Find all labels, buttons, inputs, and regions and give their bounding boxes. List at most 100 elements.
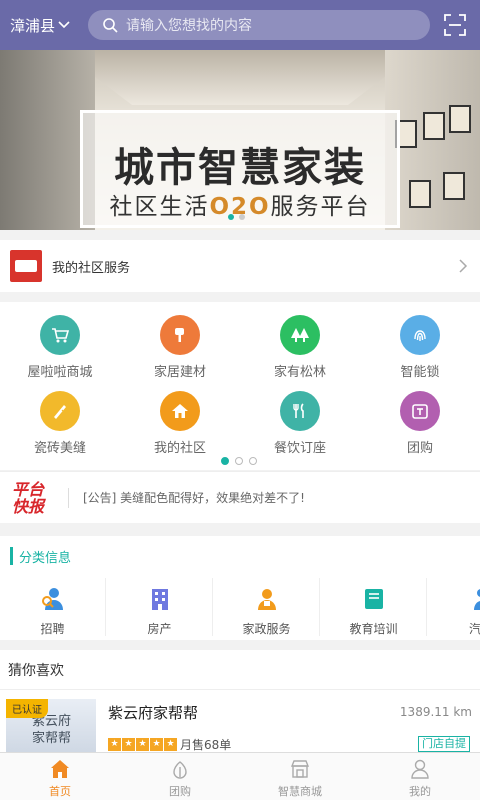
city-selector[interactable]: 漳浦县 bbox=[10, 15, 80, 36]
shop-rating: ★ ★ ★ ★ ★ bbox=[108, 738, 177, 751]
verified-badge: 已认证 bbox=[6, 699, 48, 718]
book-icon bbox=[364, 589, 383, 609]
section-accent-bar bbox=[10, 547, 13, 565]
category-row: 招聘 房产 家政服务 教育培训 汽车 bbox=[0, 578, 480, 636]
banner-title: 城市智慧家装 bbox=[114, 145, 366, 191]
grid-item-my-community[interactable]: 我的社区 bbox=[120, 391, 240, 456]
star-icon: ★ bbox=[122, 738, 135, 751]
grid-dot[interactable] bbox=[235, 457, 243, 465]
category-title: 分类信息 bbox=[19, 550, 72, 566]
fingerprint-icon bbox=[400, 315, 440, 355]
picture-frame bbox=[449, 105, 471, 133]
chevron-down-icon bbox=[58, 21, 70, 29]
banner-ceiling-graphic bbox=[60, 50, 420, 105]
search-placeholder: 请输入您想找的内容 bbox=[126, 18, 252, 34]
tool-icon bbox=[40, 391, 80, 431]
grid-item-mall[interactable]: 屋啦啦商城 bbox=[0, 315, 120, 380]
grid-item-label: 家有松林 bbox=[273, 365, 326, 380]
recruit-icon bbox=[41, 588, 63, 610]
category-item-car[interactable]: 汽车 bbox=[428, 578, 480, 636]
car-icon bbox=[474, 589, 480, 610]
shop-distance: 1389.11 km bbox=[399, 705, 472, 719]
community-service-label: 我的社区服务 bbox=[52, 260, 131, 276]
grid-item-songlin[interactable]: 家有松林 bbox=[240, 315, 360, 380]
category-item-label: 汽车 bbox=[468, 622, 480, 636]
shop-thumbnail-text: 紫云府 家帮帮 bbox=[32, 713, 71, 747]
category-item-label: 教育培训 bbox=[349, 622, 398, 636]
promo-banner[interactable]: 城市智慧家装 社区生活O2O服务平台 bbox=[0, 50, 480, 230]
tab-label: 我的 bbox=[409, 785, 431, 798]
tab-group-buy[interactable]: 团购 bbox=[120, 753, 240, 800]
tab-label: 智慧商城 bbox=[278, 785, 322, 798]
category-item-housekeeping[interactable]: 家政服务 bbox=[214, 578, 320, 636]
cart-icon bbox=[40, 315, 80, 355]
group-buy-icon bbox=[400, 391, 440, 431]
grid-item-building-materials[interactable]: 家居建材 bbox=[120, 315, 240, 380]
brush-icon bbox=[160, 315, 200, 355]
news-message: [公告] 美缝配色配得好，效果绝对差不了! bbox=[83, 491, 305, 505]
grid-item-smart-lock[interactable]: 智能锁 bbox=[360, 315, 480, 380]
shop-name[interactable]: 紫云府家帮帮 bbox=[108, 702, 198, 723]
community-service-row[interactable]: 我的社区服务 bbox=[0, 240, 480, 292]
tab-home[interactable]: 首页 bbox=[0, 753, 120, 800]
platform-news[interactable]: 平台 快报 [公告] 美缝配色配得好，效果绝对差不了! bbox=[0, 471, 480, 523]
grid-item-label: 团购 bbox=[406, 441, 433, 456]
category-item-label: 家政服务 bbox=[242, 622, 291, 636]
shop-thumbnail[interactable]: 紫云府 家帮帮 已认证 bbox=[6, 699, 96, 752]
chevron-right-icon bbox=[459, 259, 468, 273]
banner-dot[interactable] bbox=[239, 214, 245, 220]
star-icon: ★ bbox=[150, 738, 163, 751]
city-label: 漳浦县 bbox=[10, 16, 56, 35]
news-tag: 平台 快报 bbox=[12, 481, 62, 515]
banner-sub-prefix: 社区生活 bbox=[109, 194, 210, 220]
banner-dot-active[interactable] bbox=[228, 214, 234, 220]
tree-icon bbox=[280, 315, 320, 355]
building-icon bbox=[151, 589, 168, 610]
tab-label: 团购 bbox=[169, 785, 191, 798]
grid-item-label: 瓷砖美缝 bbox=[33, 441, 86, 456]
shop-thumbnail-line2: 家帮帮 bbox=[32, 731, 72, 746]
grid-dot-active[interactable] bbox=[221, 457, 229, 465]
dining-icon bbox=[280, 391, 320, 431]
shop-monthly-sales: 月售68单 bbox=[180, 738, 232, 752]
grid-item-label: 家居建材 bbox=[153, 365, 206, 380]
profile-tab-icon bbox=[411, 759, 429, 779]
bottom-tab-bar: 首页 团购 智慧商城 我的 bbox=[0, 752, 480, 800]
tab-smart-mall[interactable]: 智慧商城 bbox=[240, 753, 360, 800]
home-icon bbox=[160, 391, 200, 431]
banner-sub-suffix: 服务平台 bbox=[270, 194, 371, 220]
grid-item-label: 餐饮订座 bbox=[273, 441, 326, 456]
home-tab-icon bbox=[51, 760, 69, 778]
category-item-recruit[interactable]: 招聘 bbox=[0, 578, 106, 636]
news-tag-line2: 快报 bbox=[12, 496, 45, 516]
star-icon: ★ bbox=[108, 738, 121, 751]
grid-item-tile-seam[interactable]: 瓷砖美缝 bbox=[0, 391, 120, 456]
tab-profile[interactable]: 我的 bbox=[360, 753, 480, 800]
star-icon: ★ bbox=[164, 738, 177, 751]
category-item-realestate[interactable]: 房产 bbox=[107, 578, 213, 636]
recommendations-title: 猜你喜欢 bbox=[0, 650, 480, 690]
scan-icon[interactable] bbox=[444, 14, 466, 36]
pickup-badge: 门店自提 bbox=[418, 736, 470, 752]
banner-pagination bbox=[228, 214, 245, 220]
grid-pagination bbox=[221, 457, 257, 465]
divider bbox=[68, 487, 69, 508]
tab-label: 首页 bbox=[49, 785, 71, 798]
grid-item-label: 智能锁 bbox=[400, 365, 440, 380]
grid-item-dining[interactable]: 餐饮订座 bbox=[240, 391, 360, 456]
category-item-label: 房产 bbox=[147, 622, 172, 636]
service-grid: 屋啦啦商城 家居建材 家有松林 智能锁 瓷砖美缝 我的社区 餐饮订座 团购 bbox=[0, 302, 480, 470]
recommendations-section: 猜你喜欢 紫云府 家帮帮 已认证 紫云府家帮帮 1389.11 km ★ ★ ★… bbox=[0, 650, 480, 752]
store-tab-icon bbox=[290, 760, 310, 778]
grid-item-group-buy[interactable]: 团购 bbox=[360, 391, 480, 456]
grid-item-label: 屋啦啦商城 bbox=[27, 365, 93, 380]
housekeeping-icon bbox=[257, 589, 276, 610]
grid-dot[interactable] bbox=[249, 457, 257, 465]
category-item-education[interactable]: 教育培训 bbox=[321, 578, 427, 636]
community-logo-icon bbox=[10, 250, 42, 282]
star-icon: ★ bbox=[136, 738, 149, 751]
search-input[interactable]: 请输入您想找的内容 bbox=[88, 10, 430, 40]
top-bar: 漳浦县 请输入您想找的内容 bbox=[0, 0, 480, 50]
group-buy-tab-icon bbox=[173, 761, 187, 779]
category-section: 分类信息 招聘 房产 家政服务 教育培训 汽车 bbox=[0, 536, 480, 640]
